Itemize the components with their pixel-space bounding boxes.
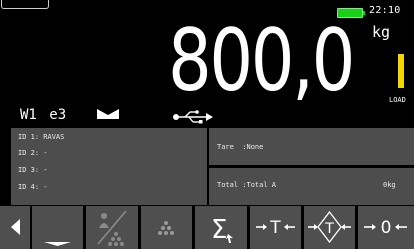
piece-count-disabled-icon <box>97 210 127 246</box>
tare-label: Tare :None <box>217 143 264 151</box>
svg-text:0: 0 <box>381 218 392 238</box>
minimize-button[interactable] <box>32 206 83 249</box>
preset-tare-button[interactable]: T <box>304 206 355 249</box>
softkey-bar: Σ T T 0 <box>0 206 414 249</box>
sum-icon: Σ <box>211 215 233 245</box>
load-bar <box>398 54 404 88</box>
minimize-icon <box>44 242 71 246</box>
sum-button[interactable]: Σ <box>195 206 247 249</box>
svg-text:T: T <box>324 221 334 237</box>
svg-text:T: T <box>269 218 281 238</box>
id-line-3: ID 3: - <box>18 166 48 174</box>
id-line-1: ID 1: RAVAS <box>18 133 65 141</box>
piece-count-disabled-button[interactable] <box>86 206 138 249</box>
tare-icon: T <box>256 218 295 238</box>
total-panel: Total :Total A 0kg <box>209 168 414 205</box>
back-button[interactable] <box>0 206 30 249</box>
weight-display: 800,0 <box>168 11 355 111</box>
tare-panel: Tare :None <box>209 128 414 165</box>
svg-text:Σ: Σ <box>211 215 227 245</box>
id-panel: ID 1: RAVAS ID 2: - ID 3: - ID 4: - <box>11 128 207 205</box>
total-label: Total :Total A <box>217 181 277 189</box>
top-left-tab <box>1 0 49 9</box>
zero-button[interactable]: 0 <box>358 206 414 249</box>
id-line-2: ID 2: - <box>18 149 48 157</box>
range-label: W1 e3 <box>20 107 67 123</box>
usb-icon <box>173 110 213 124</box>
piece-count-icon <box>158 221 174 235</box>
total-value: 0kg <box>383 181 396 189</box>
arrow-left-icon <box>11 219 20 235</box>
tare-button[interactable]: T <box>250 206 301 249</box>
clock: 22:10 <box>369 5 401 16</box>
piece-count-button[interactable] <box>141 206 192 249</box>
zero-icon: 0 <box>364 218 407 238</box>
load-label: LOAD <box>389 96 406 104</box>
preset-tare-icon: T <box>308 210 351 244</box>
id-line-4: ID 4: - <box>18 183 48 191</box>
weight-unit: kg <box>372 23 391 41</box>
scale-screen: 22:10 800,0 kg LOAD W1 e3 ID 1: RAVAS ID… <box>0 0 414 249</box>
net-zero-icon <box>97 109 119 119</box>
